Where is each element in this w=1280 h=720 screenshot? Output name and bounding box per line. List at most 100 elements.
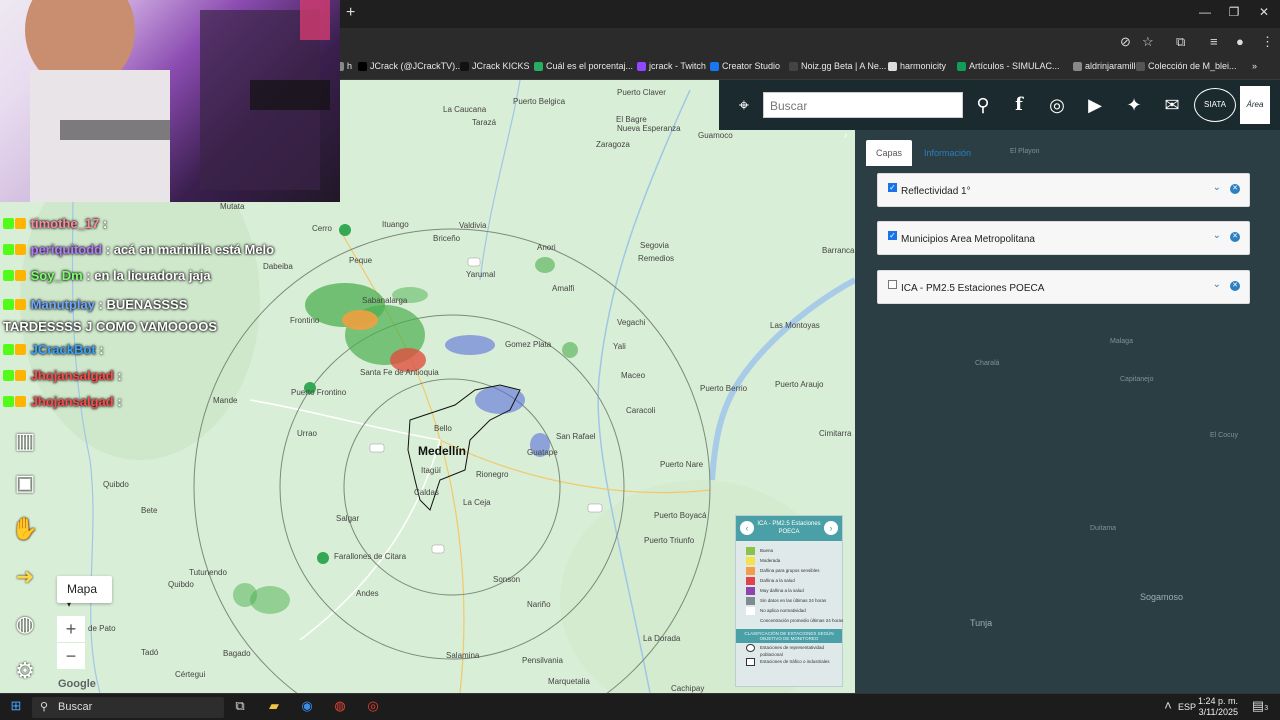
map-place-label: Segovia xyxy=(640,241,669,250)
bookmark-item[interactable]: Artículos - SIMULAC... xyxy=(957,61,1060,71)
close-icon[interactable]: ✕ xyxy=(1230,184,1240,194)
chevron-down-icon[interactable]: ⌄ xyxy=(1213,182,1221,193)
chat-username[interactable]: Manutplay xyxy=(31,297,95,312)
map-place-label: Rionegro xyxy=(476,470,509,479)
windows-start-icon[interactable]: ⊞ xyxy=(6,698,26,716)
minimize-button[interactable]: — xyxy=(1195,5,1215,19)
bookmark-label: h xyxy=(347,61,353,71)
bookmark-favicon-icon xyxy=(1073,61,1082,71)
chat-username[interactable]: JCrackBot xyxy=(31,342,96,357)
restore-button[interactable]: ❐ xyxy=(1224,5,1244,19)
new-tab-button[interactable]: + xyxy=(346,4,355,22)
profile-icon[interactable]: ● xyxy=(1236,34,1244,49)
chat-username[interactable]: timothe_17 xyxy=(31,216,100,231)
chat-message: timothe_17 : xyxy=(3,216,107,231)
webcam-overlay xyxy=(0,0,340,202)
map-place-label: La Ceja xyxy=(463,498,491,507)
notifications-icon[interactable]: ▤3 xyxy=(1250,698,1270,716)
legend-row: Dañina a la salud xyxy=(736,576,842,586)
hand-icon[interactable]: ✋ xyxy=(10,514,40,544)
bookmark-item[interactable]: JCrack (@JCrackTV)... xyxy=(358,61,463,71)
bookmark-item[interactable]: Colección de M_blei... xyxy=(1136,61,1237,71)
map-place-label: Briceño xyxy=(433,234,461,243)
map-type-label: Mapa xyxy=(67,582,98,596)
more-bookmarks-icon[interactable]: » xyxy=(1252,61,1257,71)
map-place-label: Nariño xyxy=(527,600,551,609)
menu-icon[interactable]: ⋮ xyxy=(1261,34,1274,50)
taskbar: ⊞ ⚲ Buscar ⧉ ▰ ◉ ◍ ◎ ˄ ESP 1:24 p. m. 3/… xyxy=(0,693,1280,720)
file-explorer-icon[interactable]: ▰ xyxy=(264,698,284,716)
close-icon[interactable]: ✕ xyxy=(1230,232,1240,242)
bookmark-item[interactable]: aldrinjaramillo xyxy=(1073,61,1141,71)
outlook-icon[interactable]: ◉ xyxy=(297,698,317,716)
bookmark-item[interactable]: Cuál es el porcentaj... xyxy=(534,61,633,71)
language-indicator[interactable]: ESP xyxy=(1178,702,1196,712)
zoom-in-button[interactable]: + xyxy=(57,616,85,642)
task-view-icon[interactable]: ⧉ xyxy=(230,698,250,716)
settings-icon[interactable]: ⚙ xyxy=(10,656,40,686)
dark-map-place-label: Duitama xyxy=(1090,525,1117,532)
clock[interactable]: 1:24 p. m. 3/11/2025 xyxy=(1198,696,1238,718)
legend-label: Buena xyxy=(760,548,774,553)
map-place-label: Santa Fe de Antioquia xyxy=(360,368,439,377)
close-window-button[interactable]: ✕ xyxy=(1254,5,1274,19)
instagram-icon[interactable]: ◎ xyxy=(1044,92,1070,118)
legend-prev-button[interactable]: ‹ xyxy=(740,521,754,535)
media-icon[interactable]: ≡ xyxy=(1210,34,1218,49)
map-type-button[interactable]: Mapa ▾ xyxy=(57,576,112,609)
image-icon[interactable]: ▣ xyxy=(10,468,40,498)
bookmark-item[interactable]: Noiz.gg Beta | A Ne... xyxy=(789,61,886,71)
chat-username[interactable]: Jhojansalgad xyxy=(31,368,114,383)
tray-chevron-icon[interactable]: ˄ xyxy=(1158,698,1178,716)
locate-icon[interactable]: ⌖ xyxy=(731,92,757,118)
taskbar-search[interactable]: ⚲ Buscar xyxy=(32,697,224,718)
legend-label: No aplica normatividad xyxy=(760,608,806,613)
layer-checkbox[interactable]: ✓ xyxy=(888,183,897,192)
chevron-down-icon[interactable]: ⌄ xyxy=(1213,230,1221,241)
legend-next-button[interactable]: › xyxy=(824,521,838,535)
mail-icon[interactable]: ✉ xyxy=(1159,92,1185,118)
chat-username[interactable]: Jhojansalgad xyxy=(31,394,114,409)
search-icon[interactable]: ⚲ xyxy=(970,92,996,118)
zoom-out-button[interactable]: − xyxy=(57,643,85,669)
chrome-icon[interactable]: ◍ xyxy=(330,698,350,716)
legend-type-row: Estaciones de representatividad poblacio… xyxy=(736,643,842,657)
legend-swatch xyxy=(746,597,755,605)
bookmark-item[interactable]: Creator Studio xyxy=(710,61,780,71)
chat-username[interactable]: periquitodd xyxy=(31,242,103,257)
map-place-label: Pensilvania xyxy=(522,656,563,665)
youtube-icon[interactable]: ▶ xyxy=(1082,92,1108,118)
legend-type-label: Estaciones de tráfico o industriales xyxy=(760,659,830,664)
area-metropolitana-logo[interactable]: Área xyxy=(1240,86,1270,124)
bookmark-item[interactable]: jcrack - Twitch xyxy=(637,61,706,71)
tab-capas[interactable]: Capas xyxy=(866,140,913,166)
close-icon[interactable]: ✕ xyxy=(1230,281,1240,291)
map-place-label: Cachipay xyxy=(671,684,705,693)
legend-type-row: Estaciones de tráfico o industriales xyxy=(736,657,842,671)
layer-checkbox[interactable]: ✓ xyxy=(888,231,897,240)
tab-informacion[interactable]: Información xyxy=(914,140,981,166)
bookmark-label: Artículos - SIMULAC... xyxy=(969,61,1060,71)
bookmark-star-icon[interactable]: ☆ xyxy=(1142,34,1154,50)
chevron-down-icon[interactable]: ⌄ xyxy=(1213,279,1221,290)
globe-icon[interactable]: ◍ xyxy=(10,609,40,639)
map-place-label: Farallones de Citara xyxy=(334,552,407,561)
map-place-label: Vegachi xyxy=(617,318,646,327)
tracking-icon[interactable]: ⊘ xyxy=(1120,34,1131,50)
extensions-icon[interactable]: ⧉ xyxy=(1176,34,1185,50)
map-icon[interactable]: ▥ xyxy=(10,426,40,456)
bookmark-item[interactable]: JCrack KICKS xyxy=(460,61,530,71)
bookmark-item[interactable]: harmonicity xyxy=(888,61,946,71)
chat-username[interactable]: Soy_Dm xyxy=(31,268,83,283)
obs-icon[interactable]: ◎ xyxy=(363,698,383,716)
arrow-icon[interactable]: ➜ xyxy=(10,562,40,592)
map-place-label: Salgar xyxy=(336,514,360,523)
layer-checkbox[interactable] xyxy=(888,280,897,289)
legend-swatch xyxy=(746,617,755,625)
facebook-icon[interactable]: f xyxy=(1006,92,1032,118)
twitter-icon[interactable]: ✦ xyxy=(1121,92,1147,118)
collapse-panel-icon[interactable]: › xyxy=(844,130,855,142)
search-input[interactable]: Buscar xyxy=(763,92,963,118)
dark-map-region[interactable]: El Playon Sogamoso Tunja Capitanejo El Cocuy… xyxy=(855,130,1280,693)
siata-logo[interactable]: SIATA xyxy=(1194,88,1236,122)
